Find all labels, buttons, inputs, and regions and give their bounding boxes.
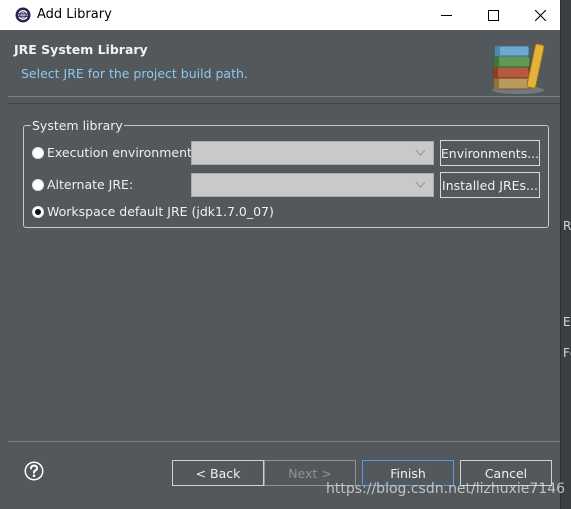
minimize-button[interactable] [423, 0, 469, 30]
content-separator [8, 103, 560, 104]
execution-environment-label: Execution environment: [47, 145, 197, 160]
close-icon [534, 9, 546, 21]
bg-fragment: Fc [563, 346, 571, 360]
footer-separator [8, 441, 560, 442]
maximize-button[interactable] [470, 0, 516, 30]
window-title: Add Library [37, 7, 112, 22]
workspace-default-jre-radio[interactable] [32, 206, 44, 218]
chevron-down-icon [415, 149, 426, 156]
installed-jres-button[interactable]: Installed JREs... [440, 172, 540, 198]
banner-separator [8, 96, 560, 97]
environments-button[interactable]: Environments... [440, 140, 540, 166]
bg-fragment: E [563, 315, 571, 329]
execution-environment-radio[interactable] [32, 147, 44, 159]
alternate-jre-combo[interactable] [191, 173, 434, 197]
chevron-down-icon [415, 181, 426, 188]
minimize-icon [440, 14, 452, 16]
maximize-icon [487, 9, 499, 21]
bg-fragment: R [563, 219, 571, 233]
back-button[interactable]: < Back [172, 460, 264, 486]
wizard-banner [0, 30, 560, 96]
page-title: JRE System Library [14, 42, 148, 57]
alternate-jre-radio[interactable] [32, 179, 44, 191]
workspace-default-jre-label: Workspace default JRE (jdk1.7.0_07) [47, 204, 274, 219]
close-button[interactable] [517, 0, 563, 30]
add-library-dialog: Add Library JRE System Library Select JR… [0, 0, 565, 509]
title-bar: Add Library [0, 0, 560, 30]
execution-environment-combo[interactable] [191, 141, 434, 165]
library-books-icon [492, 43, 545, 94]
system-library-group-label: System library [31, 118, 124, 133]
eclipse-icon [15, 7, 31, 23]
page-description: Select JRE for the project build path. [21, 66, 248, 81]
watermark: https://blog.csdn.net/lizhuxie7146 [326, 481, 566, 497]
alternate-jre-label: Alternate JRE: [47, 177, 134, 192]
help-icon[interactable] [24, 461, 44, 481]
